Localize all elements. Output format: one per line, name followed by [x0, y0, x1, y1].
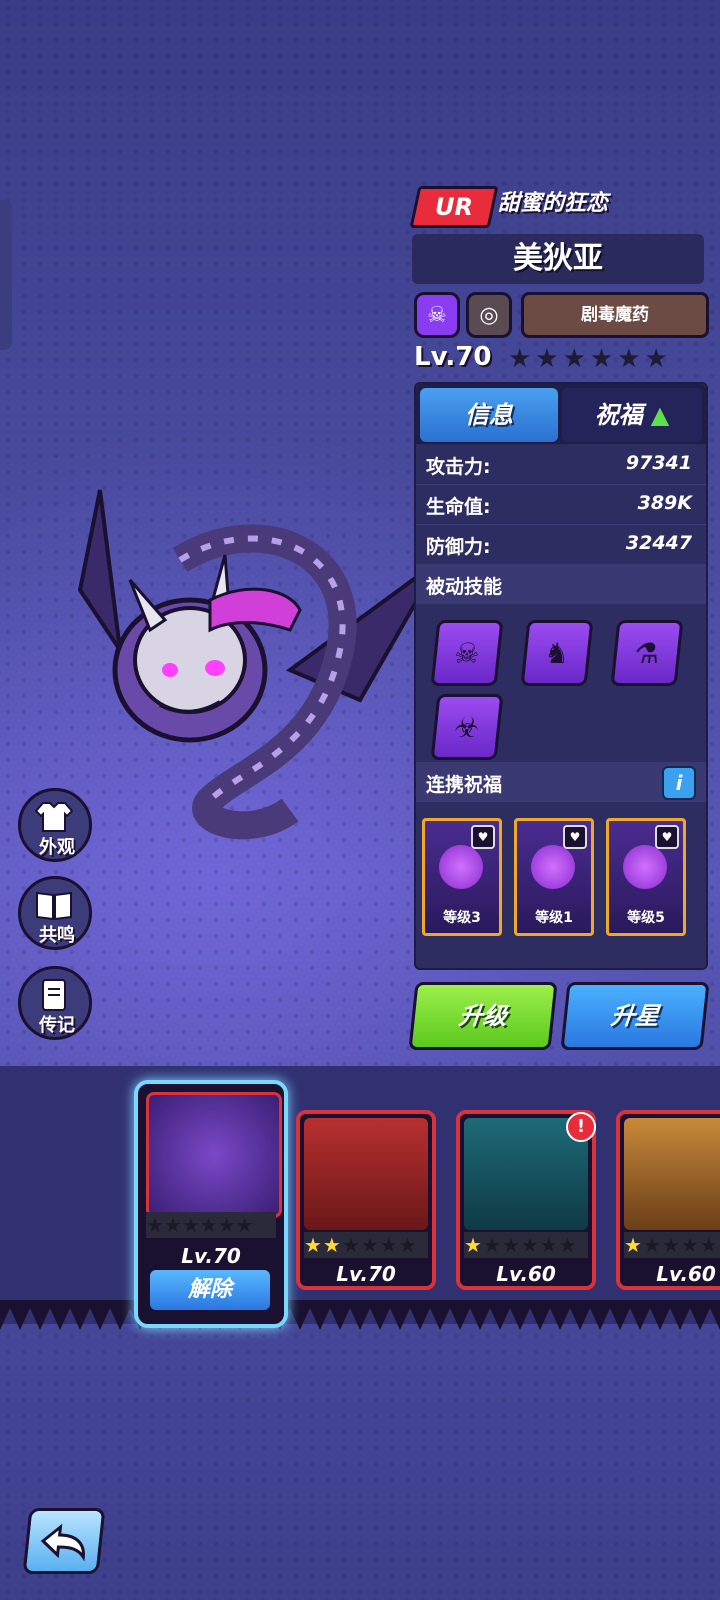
stat-label: 生命值:	[426, 496, 491, 518]
spike-border	[0, 1300, 720, 1330]
back-arrow-icon	[40, 1523, 85, 1562]
tab-bless-label: 祝福	[594, 401, 643, 429]
bond-blessing-header: 连携祝福 i	[416, 762, 706, 802]
roster-card-3[interactable]: ★★★★★★ Lv.60	[616, 1110, 720, 1290]
lit-stars: ★	[464, 1233, 483, 1257]
card-level: Lv.60	[496, 1262, 556, 1286]
bond-level: 等级5	[627, 910, 665, 926]
bond-card-3[interactable]: ♥ 等级5	[606, 818, 686, 936]
card-stars: ★★★★★★	[146, 1212, 276, 1238]
bond-card-art	[623, 845, 667, 889]
card-stars: ★★★★★★	[304, 1232, 428, 1258]
faction-label[interactable]: 剧毒魔药	[521, 292, 709, 338]
tab-bar: 信息 祝福 ▲	[416, 384, 706, 444]
selected-character-card[interactable]: ★★★★★★ Lv.70 解除	[134, 1080, 288, 1328]
bond-card-2[interactable]: ♥ 等级1	[514, 818, 594, 936]
passive-skills-header: 被动技能	[416, 564, 706, 604]
star-up-button[interactable]: 升星	[560, 982, 710, 1050]
heart-icon: ♥	[471, 825, 495, 849]
passive-skills-title: 被动技能	[426, 576, 503, 598]
poison-card-icon[interactable]: ☠	[430, 620, 504, 686]
tab-bless[interactable]: 祝福 ▲	[562, 388, 702, 442]
biography-button[interactable]: 传记	[18, 966, 92, 1040]
appearance-button[interactable]: 外观	[18, 788, 92, 862]
lit-stars: ★★	[304, 1233, 342, 1257]
lit-stars: ★	[624, 1233, 643, 1257]
wing-left	[77, 489, 122, 652]
bond-card-art	[531, 845, 575, 889]
bond-card-art	[439, 845, 483, 889]
rarity-label: UR	[435, 193, 473, 221]
stat-value: 97341	[625, 452, 692, 474]
card-level: Lv.60	[656, 1262, 716, 1286]
resonance-label: 共鸣	[39, 925, 75, 946]
character-level: Lv.70	[414, 342, 492, 372]
shirt-icon	[35, 802, 73, 832]
roster-card-1[interactable]: ★★★★★★ Lv.70	[296, 1110, 436, 1290]
skull-icon[interactable]: ☠	[414, 292, 460, 338]
card-stars: ★★★★★★	[624, 1232, 720, 1258]
stat-value: 389K	[637, 492, 692, 514]
info-button[interactable]: i	[662, 766, 696, 800]
potion-icon[interactable]: ⚗	[610, 620, 684, 686]
character-name: 美狄亚	[412, 234, 704, 284]
dim-stars: ★★★★	[341, 1233, 418, 1257]
biography-label: 传记	[39, 1015, 75, 1036]
resonance-button[interactable]: 共鸣	[18, 876, 92, 950]
eye-right	[205, 660, 225, 676]
tab-info[interactable]: 信息	[420, 388, 558, 442]
alert-badge: !	[566, 1112, 596, 1142]
dim-stars: ★★★★★	[482, 1233, 578, 1257]
stat-row-hp: 生命值: 389K	[416, 484, 706, 525]
release-button[interactable]: 解除	[150, 1270, 270, 1310]
bond-level: 等级3	[443, 910, 481, 926]
star-rating: ★★★★★★	[508, 344, 672, 374]
character-thumbnail	[146, 1092, 282, 1218]
character-subtitle: 甜蜜的狂恋	[498, 191, 609, 216]
stat-label: 防御力:	[426, 536, 491, 558]
card-level: Lv.70	[181, 1244, 241, 1268]
bond-blessing-title: 连携祝福	[426, 774, 503, 796]
stat-row-defense: 防御力: 32447	[416, 524, 706, 565]
appearance-label: 外观	[39, 837, 75, 858]
bond-card-1[interactable]: ♥ 等级3	[422, 818, 502, 936]
wolf-icon[interactable]: ☣	[430, 694, 504, 760]
tab-info-label: 信息	[465, 401, 513, 429]
heart-icon: ♥	[655, 825, 679, 849]
card-stars: ★★★★★★	[464, 1232, 588, 1258]
stat-row-attack: 攻击力: 97341	[416, 444, 706, 485]
eye-left	[162, 663, 178, 677]
side-drawer-tab[interactable]	[0, 200, 12, 350]
book-icon	[36, 891, 72, 921]
stat-label: 攻击力:	[426, 456, 491, 478]
card-level: Lv.70	[336, 1262, 396, 1286]
dim-stars: ★★★★★	[642, 1233, 720, 1257]
journal-icon	[42, 979, 66, 1011]
element-cycle-icon[interactable]: ◎	[466, 292, 512, 338]
character-thumbnail	[624, 1118, 720, 1230]
rarity-badge: UR	[409, 186, 499, 228]
back-button[interactable]	[22, 1508, 106, 1574]
info-panel: 信息 祝福 ▲ 攻击力: 97341 生命值: 389K 防御力: 32447 被…	[414, 382, 708, 970]
upgrade-arrow-icon: ▲	[650, 401, 670, 429]
character-artwork	[77, 489, 442, 840]
magenta-band	[208, 587, 302, 633]
ghost-icon[interactable]: ♞	[520, 620, 594, 686]
upgrade-button[interactable]: 升级	[408, 982, 558, 1050]
heart-icon: ♥	[563, 825, 587, 849]
character-thumbnail	[304, 1118, 428, 1230]
bond-level: 等级1	[535, 910, 573, 926]
stat-value: 32447	[625, 532, 692, 554]
